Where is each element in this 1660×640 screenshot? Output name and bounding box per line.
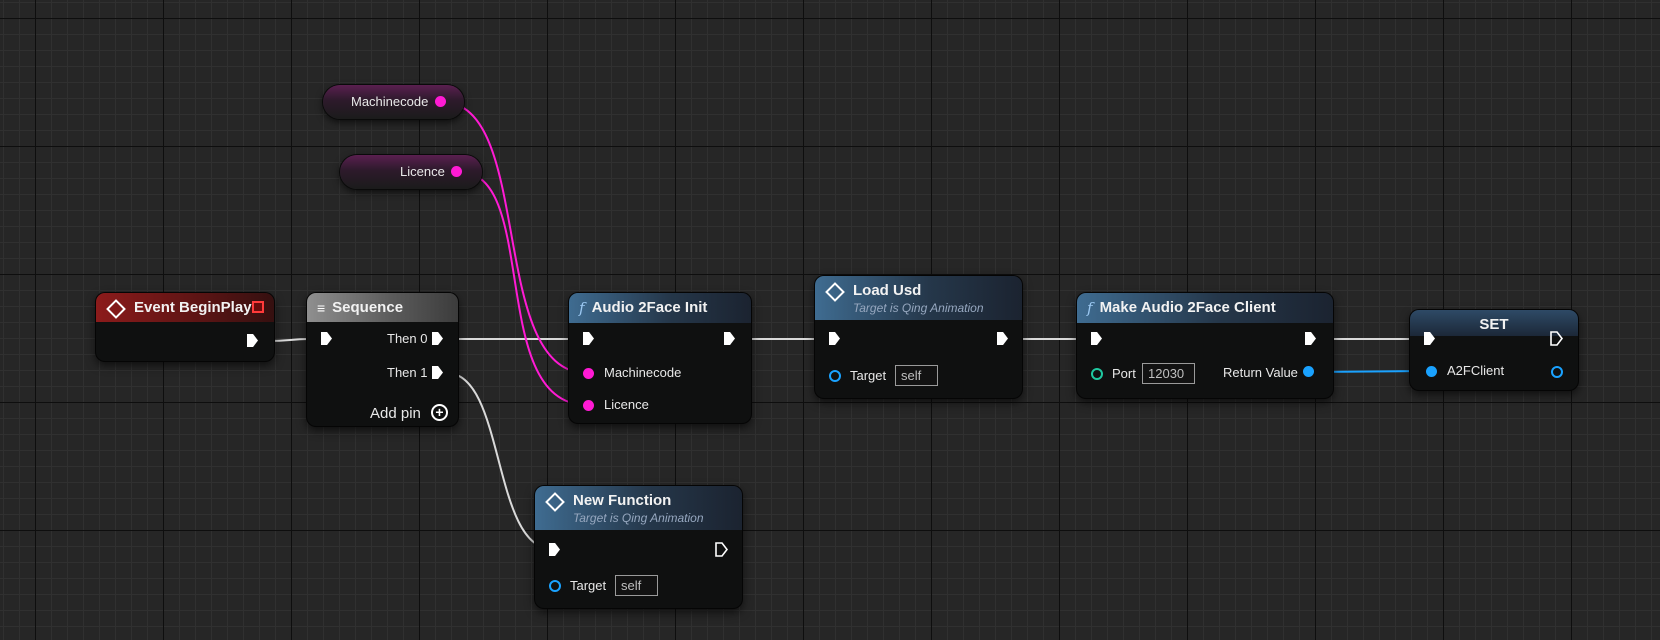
set-node[interactable]: SET A2FClient xyxy=(1410,310,1578,390)
make-client-exec-in-pin[interactable] xyxy=(1091,332,1102,345)
return-value-output-pin[interactable] xyxy=(1303,366,1314,377)
set-exec-out-pin[interactable] xyxy=(1550,331,1563,346)
load-usd-target-pin[interactable] xyxy=(829,370,841,382)
set-title: SET xyxy=(1479,316,1509,333)
licence-input-label: Licence xyxy=(604,397,649,412)
event-beginplay-header[interactable]: Event BeginPlay xyxy=(96,293,274,322)
machinecode-variable-node[interactable]: Machinecode xyxy=(323,85,464,119)
new-function-target-value[interactable]: self xyxy=(615,575,658,596)
wire-licence xyxy=(459,171,588,406)
new-function-exec-out-pin[interactable] xyxy=(715,542,728,557)
beginplay-exec-out-pin[interactable] xyxy=(247,334,258,347)
make-client-header[interactable]: f Make Audio 2Face Client xyxy=(1077,293,1333,323)
function-f-icon: f xyxy=(579,299,585,317)
new-function-header[interactable]: New Function Target is Qing Animation xyxy=(535,486,742,530)
load-usd-target-label: Target xyxy=(850,368,887,383)
event-diamond-icon xyxy=(106,299,126,319)
sequence-then0-pin[interactable] xyxy=(432,332,443,345)
event-beginplay-node[interactable]: Event BeginPlay xyxy=(96,293,274,361)
return-value-label: Return Value xyxy=(1223,365,1298,380)
a2fclient-input-pin[interactable] xyxy=(1426,366,1437,377)
sequence-add-pin-label[interactable]: Add pin xyxy=(370,405,421,422)
make-audio2face-client-node[interactable]: f Make Audio 2Face Client Port 12030 Ret… xyxy=(1077,293,1333,398)
audio2face-init-header[interactable]: f Audio 2Face Init xyxy=(569,293,751,323)
licence-variable-node[interactable]: Licence xyxy=(340,155,482,189)
licence-output-pin[interactable] xyxy=(451,166,462,177)
load-usd-exec-in-pin[interactable] xyxy=(829,332,840,345)
wire-beginplay-sequence xyxy=(267,338,310,342)
machinecode-input-label: Machinecode xyxy=(604,365,682,380)
new-function-diamond-icon xyxy=(545,492,565,512)
licence-variable-label: Licence xyxy=(400,164,445,179)
sequence-title: Sequence xyxy=(332,299,404,316)
event-beginplay-title: Event BeginPlay xyxy=(134,299,252,316)
machinecode-input-pin[interactable] xyxy=(583,368,594,379)
a2fclient-label: A2FClient xyxy=(1447,363,1505,378)
add-pin-plus-icon[interactable]: + xyxy=(431,404,448,421)
machinecode-variable-label: Machinecode xyxy=(351,94,429,109)
audio2face-init-exec-in-pin[interactable] xyxy=(583,332,594,345)
port-input-pin[interactable] xyxy=(1091,368,1103,380)
port-label: Port xyxy=(1112,366,1136,381)
sequence-header[interactable]: ≡ Sequence xyxy=(307,293,458,322)
a2fclient-output-pin[interactable] xyxy=(1551,366,1563,378)
load-usd-title: Load Usd xyxy=(853,282,922,299)
make-client-exec-out-pin[interactable] xyxy=(1305,332,1316,345)
new-function-subtitle: Target is Qing Animation xyxy=(573,511,704,525)
new-function-title: New Function xyxy=(573,492,672,509)
load-usd-diamond-icon xyxy=(825,282,845,302)
breakpoint-stop-icon[interactable] xyxy=(252,301,264,313)
sequence-icon: ≡ xyxy=(317,300,326,316)
sequence-then0-label: Then 0 xyxy=(387,331,428,346)
load-usd-target-value[interactable]: self xyxy=(895,365,938,386)
new-function-exec-in-pin[interactable] xyxy=(549,543,560,556)
sequence-node[interactable]: ≡ Sequence Then 0 Then 1 Add pin + xyxy=(307,293,458,426)
function-f-icon: f xyxy=(1087,299,1093,317)
sequence-then1-label: Then 1 xyxy=(387,365,428,380)
machinecode-output-pin[interactable] xyxy=(435,96,446,107)
load-usd-subtitle: Target is Qing Animation xyxy=(853,301,984,315)
wire-machinecode xyxy=(441,101,588,374)
load-usd-header[interactable]: Load Usd Target is Qing Animation xyxy=(815,276,1022,320)
make-client-title: Make Audio 2Face Client xyxy=(1099,299,1276,316)
load-usd-exec-out-pin[interactable] xyxy=(997,332,1008,345)
new-function-node[interactable]: New Function Target is Qing Animation Ta… xyxy=(535,486,742,608)
audio2face-init-exec-out-pin[interactable] xyxy=(724,332,735,345)
load-usd-node[interactable]: Load Usd Target is Qing Animation Target… xyxy=(815,276,1022,398)
audio2face-init-title: Audio 2Face Init xyxy=(591,299,708,316)
audio2face-init-node[interactable]: f Audio 2Face Init Machinecode Licence xyxy=(569,293,751,423)
sequence-exec-in-pin[interactable] xyxy=(321,332,332,345)
sequence-then1-pin[interactable] xyxy=(432,366,443,379)
port-value-field[interactable]: 12030 xyxy=(1142,363,1195,384)
licence-input-pin[interactable] xyxy=(583,400,594,411)
new-function-target-pin[interactable] xyxy=(549,580,561,592)
new-function-target-label: Target xyxy=(570,578,607,593)
